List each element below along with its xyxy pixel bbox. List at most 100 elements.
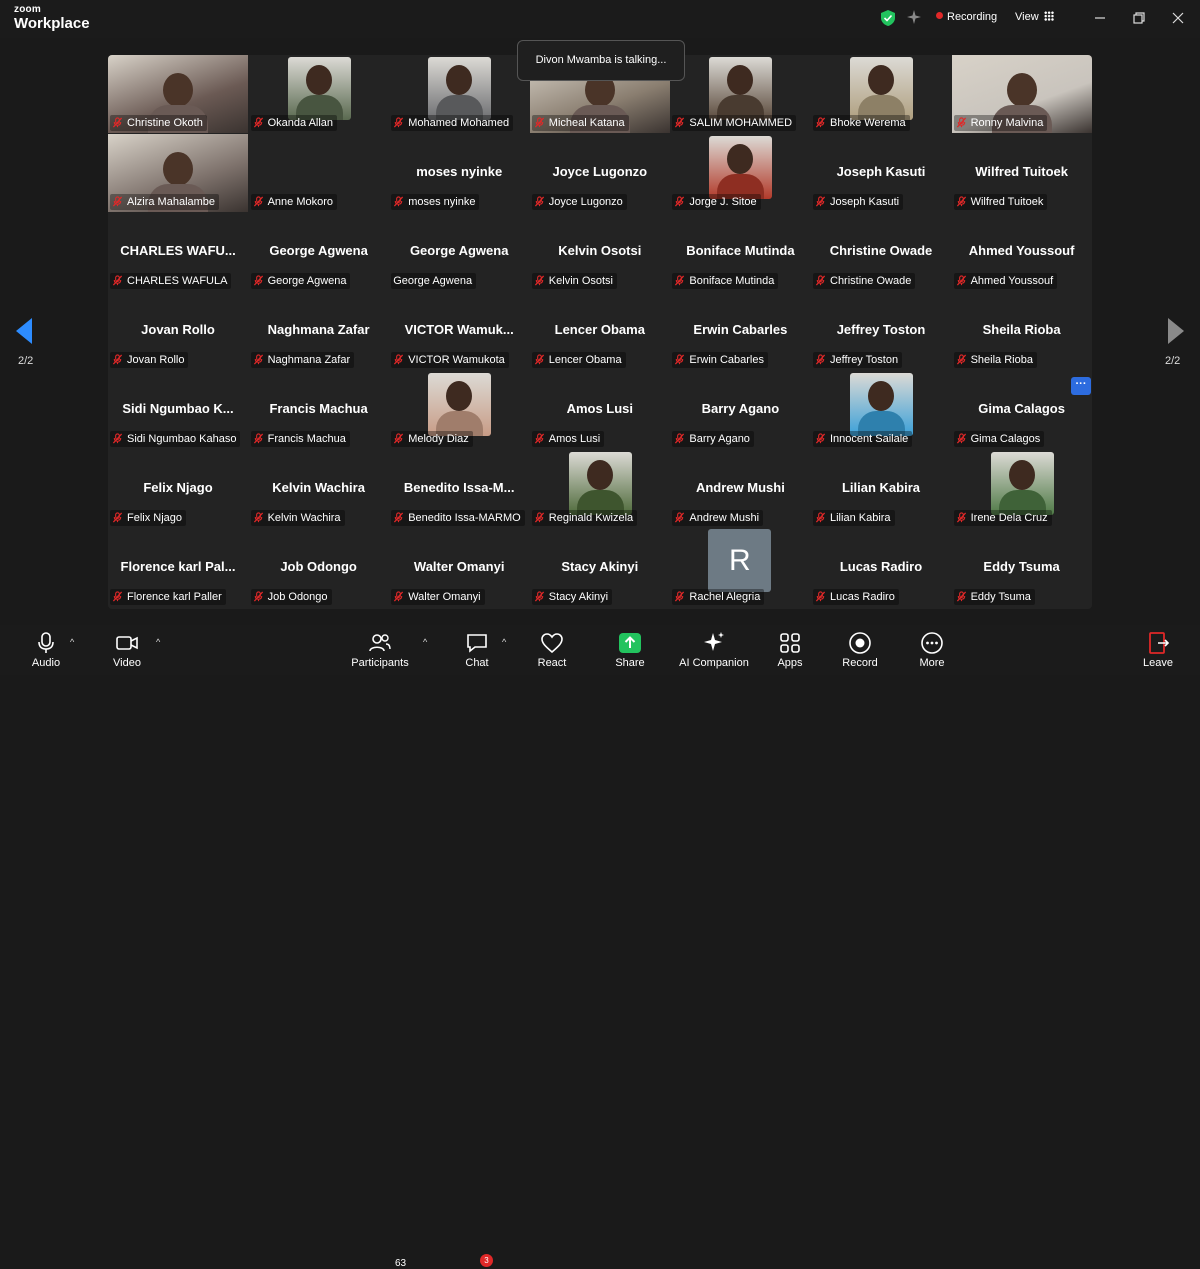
participant-tile[interactable]: Lilian Kabira Lilian Kabira xyxy=(811,450,951,528)
participant-tile[interactable]: Benedito Issa-M... Benedito Issa-MARMO xyxy=(389,450,530,528)
participant-tile[interactable]: Felix Njago Felix Njago xyxy=(108,450,248,528)
share-button[interactable]: Share xyxy=(608,625,652,675)
participant-tile[interactable]: Ronny Malvina xyxy=(951,55,1092,133)
participant-tile[interactable]: Amos Lusi Amos Lusi xyxy=(529,371,670,449)
participant-tile[interactable]: Mohamed Mohamed xyxy=(389,55,530,133)
participant-tile[interactable]: George Agwena George Agwena xyxy=(389,213,530,291)
participant-tile[interactable]: Sheila Rioba Sheila Rioba xyxy=(951,292,1092,370)
participant-tile[interactable]: SALIM MOHAMMED xyxy=(670,55,811,133)
participant-name-label: Melody Diaz xyxy=(391,431,473,447)
participant-display-name: Joyce Lugonzo xyxy=(552,164,648,179)
page-indicator-left: 2/2 xyxy=(18,355,34,367)
participant-tile[interactable]: Kelvin Osotsi Kelvin Osotsi xyxy=(529,213,670,291)
participant-name-label: Christine Owade xyxy=(813,273,916,289)
participant-head xyxy=(163,152,193,186)
participant-label-text: Bhoke Werema xyxy=(830,117,906,129)
participant-tile[interactable]: Irene Dela Cruz xyxy=(951,450,1092,528)
participant-tile[interactable]: Jeffrey Toston Jeffrey Toston xyxy=(811,292,951,370)
participant-tile[interactable]: Okanda Allan xyxy=(248,55,389,133)
participant-tile[interactable]: Reginald Kwizela xyxy=(529,450,670,528)
chat-unread-badge: 3 xyxy=(480,1254,493,1267)
muted-mic-icon xyxy=(534,196,544,207)
close-icon[interactable] xyxy=(1168,8,1188,28)
ai-companion-label: AI Companion xyxy=(679,657,749,669)
apps-button[interactable]: Apps xyxy=(770,625,810,675)
video-camera-icon xyxy=(116,636,138,650)
leave-door-icon xyxy=(1149,632,1170,654)
participant-tile[interactable]: Francis Machua Francis Machua xyxy=(248,371,389,449)
participant-tile[interactable]: Kelvin Wachira Kelvin Wachira xyxy=(248,450,389,528)
muted-mic-icon xyxy=(394,433,404,444)
previous-page-arrow-icon[interactable] xyxy=(16,318,32,344)
video-options-caret-icon[interactable]: ^ xyxy=(156,637,160,647)
participant-tile[interactable]: Naghmana Zafar Naghmana Zafar xyxy=(248,292,389,370)
restore-icon[interactable] xyxy=(1129,8,1149,28)
participant-label-text: Stacy Akinyi xyxy=(548,591,609,603)
participant-tile[interactable]: Erwin Cabarles Erwin Cabarles xyxy=(670,292,811,370)
ai-sparkle-icon[interactable] xyxy=(906,9,922,25)
leave-button[interactable]: Leave xyxy=(1140,625,1176,675)
participants-options-caret-icon[interactable]: ^ xyxy=(423,637,427,647)
participant-tile[interactable]: Andrew Mushi Andrew Mushi xyxy=(670,450,811,528)
audio-options-caret-icon[interactable]: ^ xyxy=(70,637,74,647)
participant-tile[interactable]: Florence karl Pal... Florence karl Paller xyxy=(108,529,248,607)
participant-tile[interactable]: Christine Owade Christine Owade xyxy=(811,213,951,291)
record-button[interactable]: Record xyxy=(838,625,882,675)
participant-tile[interactable]: Christine Okoth xyxy=(108,55,248,133)
recording-indicator[interactable]: Recording xyxy=(936,11,997,23)
participant-tile[interactable]: CHARLES WAFU... CHARLES WAFULA xyxy=(108,213,248,291)
participant-tile[interactable]: Sidi Ngumbao K... Sidi Ngumbao Kahaso xyxy=(108,371,248,449)
audio-button[interactable]: Audio xyxy=(26,625,66,675)
muted-mic-icon xyxy=(112,117,123,128)
participant-tile[interactable]: Joseph Kasuti Joseph Kasuti xyxy=(811,134,951,212)
participant-display-name: Stacy Akinyi xyxy=(561,559,639,574)
ai-companion-button[interactable]: AI Companion xyxy=(676,625,752,675)
react-button[interactable]: React xyxy=(530,625,574,675)
participant-tile[interactable]: Jorge J. Sitoe xyxy=(670,134,811,212)
participant-tile[interactable]: Stacy Akinyi Stacy Akinyi xyxy=(529,529,670,607)
participant-tile[interactable]: Ahmed Youssouf Ahmed Youssouf xyxy=(951,213,1092,291)
participant-tile[interactable]: Bhoke Werema xyxy=(811,55,951,133)
tile-more-options-button[interactable]: ··· xyxy=(1071,377,1091,395)
participant-tile[interactable]: Job Odongo Job Odongo xyxy=(248,529,389,607)
shield-check-icon[interactable] xyxy=(881,10,895,26)
logo-small-text: zoom xyxy=(14,4,41,15)
participant-name-label: Kelvin Wachira xyxy=(250,510,345,526)
muted-mic-icon xyxy=(815,591,826,602)
minimize-icon[interactable] xyxy=(1090,8,1110,28)
muted-mic-icon xyxy=(956,433,966,444)
participant-tile[interactable]: Barry Agano Barry Agano xyxy=(670,371,811,449)
participant-tile[interactable]: Jovan Rollo Jovan Rollo xyxy=(108,292,248,370)
chat-options-caret-icon[interactable]: ^ xyxy=(502,637,506,647)
participants-button[interactable]: Participants xyxy=(350,625,410,675)
participant-tile[interactable]: VICTOR Wamuk... VICTOR Wamukota xyxy=(389,292,530,370)
muted-mic-icon xyxy=(394,354,404,365)
participant-tile[interactable]: Lencer Obama Lencer Obama xyxy=(529,292,670,370)
participant-tile[interactable]: Anne Mokoro xyxy=(248,134,389,212)
more-button[interactable]: More xyxy=(912,625,952,675)
participant-tile[interactable]: Walter Omanyi Walter Omanyi xyxy=(389,529,530,607)
participant-label-text: Amos Lusi xyxy=(548,433,601,445)
video-button[interactable]: Video xyxy=(107,625,147,675)
participant-tile[interactable]: Melody Diaz xyxy=(389,371,530,449)
participant-tile[interactable]: Lucas Radiro Lucas Radiro xyxy=(811,529,951,607)
participant-tile[interactable]: George Agwena George Agwena xyxy=(248,213,389,291)
participant-display-name: Florence karl Pal... xyxy=(120,559,236,574)
participant-tile[interactable]: Alzira Mahalambe xyxy=(108,134,248,212)
participant-tile[interactable]: Wilfred Tuitoek Wilfred Tuitoek xyxy=(951,134,1092,212)
muted-mic-icon xyxy=(112,275,123,286)
participant-display-name: Felix Njago xyxy=(143,480,213,495)
participant-name-label: Felix Njago xyxy=(110,510,187,526)
view-button[interactable]: View xyxy=(1015,11,1054,23)
participant-tile[interactable]: Boniface Mutinda Boniface Mutinda xyxy=(670,213,811,291)
participant-tile[interactable]: Innocent Sailale xyxy=(811,371,951,449)
next-page-arrow-icon[interactable] xyxy=(1168,318,1184,344)
participant-tile[interactable]: Joyce Lugonzo Joyce Lugonzo xyxy=(529,134,670,212)
participant-tile[interactable]: moses nyinke moses nyinke xyxy=(389,134,530,212)
chat-button[interactable]: Chat xyxy=(457,625,497,675)
muted-mic-icon xyxy=(112,512,123,523)
participant-label-text: Sidi Ngumbao Kahaso xyxy=(127,433,237,445)
participant-tile[interactable]: Eddy Tsuma Eddy Tsuma xyxy=(951,529,1092,607)
participant-tile[interactable]: R Rachel Alegria xyxy=(670,529,811,607)
participant-display-name: Gima Calagos xyxy=(978,401,1065,416)
